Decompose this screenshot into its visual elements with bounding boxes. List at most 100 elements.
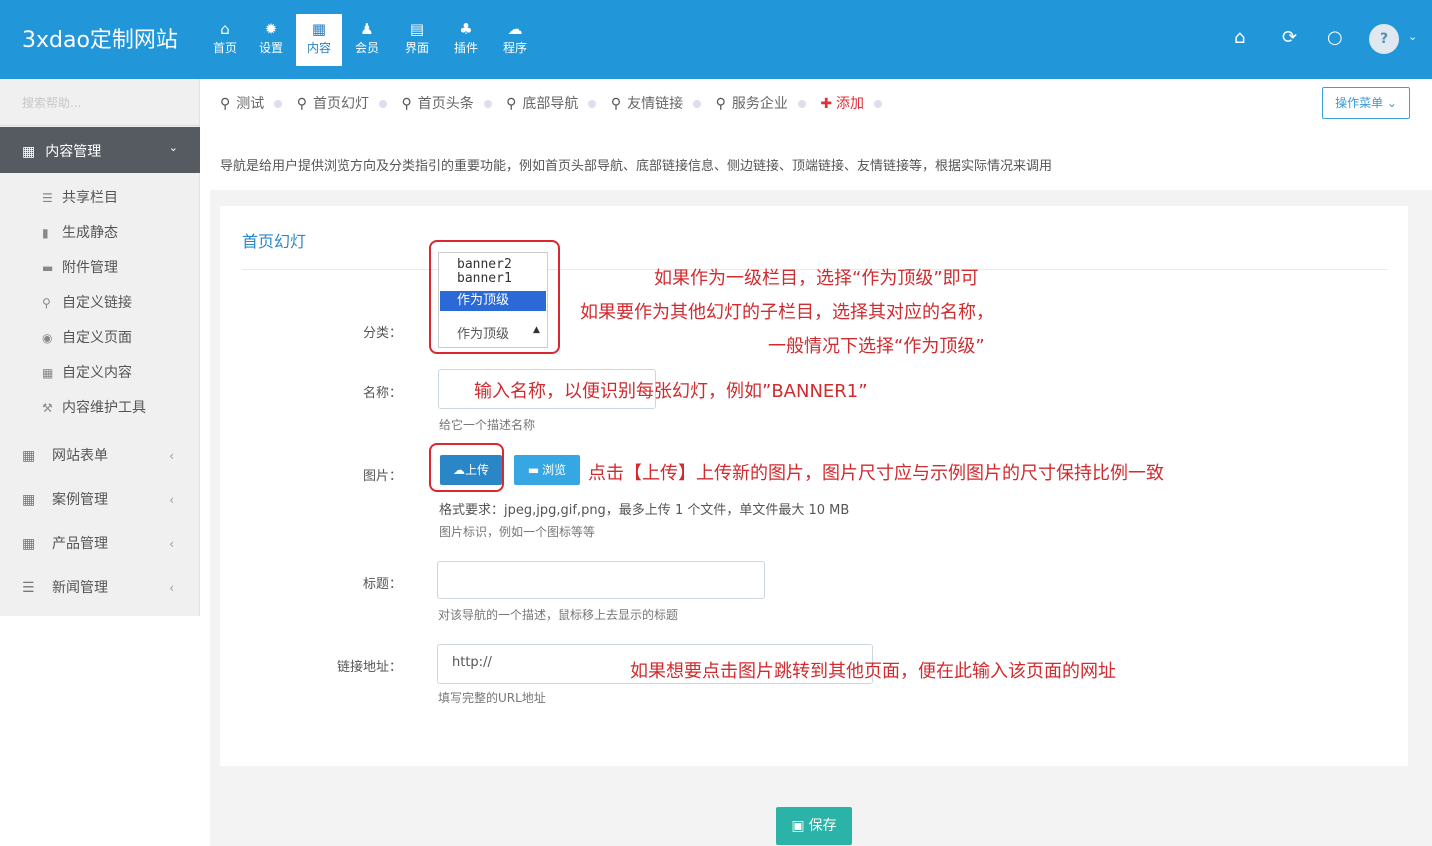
home-icon[interactable]: ⌂ [1234,27,1245,49]
doc-icon: ▤ [409,20,425,38]
tab-service-companies[interactable]: ⚲ 服务企业 [716,92,788,116]
name-help: 给它一个描述名称 [439,418,536,432]
nav-plugin[interactable]: ♣ 插件 [443,14,489,66]
sidebar-item-maintenance[interactable]: ⚒ 内容维护工具 [42,398,146,418]
sidebar-item-label: 附件管理 [62,260,118,276]
pin-icon: ⚲ [610,96,622,112]
sidebar-group-forms[interactable]: ▦ 网站表单 ‹ [22,446,182,466]
chevron-left-icon: ‹ [169,449,174,463]
sidebar-item-attachments[interactable]: ▬ 附件管理 [42,258,118,278]
table-icon: ▦ [22,448,36,464]
link-label: 链接地址： [336,660,402,675]
sidebar-item-shared-columns[interactable]: ☰ 共享栏目 [42,188,118,208]
nav-plugin-label: 插件 [453,41,478,55]
avatar[interactable]: ? [1369,24,1399,54]
pin-icon: ⚲ [506,96,517,112]
form-title: 首页幻灯 [242,232,307,251]
chevron-down-icon[interactable]: ⌄ [1408,30,1417,43]
nav-content-label: 内容 [306,41,331,55]
sidebar-item-custom-links[interactable]: ⚲ 自定义链接 [42,293,132,313]
chevron-down-icon: ⌄ [168,141,178,154]
annotation: 一般情况下选择“作为顶级” [768,336,985,357]
sidebar-section-content[interactable]: ▦ 内容管理 ⌄ [0,127,200,173]
grid-icon: ▦ [22,144,36,160]
grid-icon: ▦ [311,20,327,38]
sidebar-group-cases[interactable]: ▦ 案例管理 ‹ [22,490,182,510]
separator-dot [588,100,597,108]
list-icon: ☰ [22,580,35,596]
folder-icon: ▬ [42,261,54,275]
plus-icon: ✚ [820,96,833,112]
image-help: 图片标识，例如一个图标等等 [439,525,596,539]
save-label: 保存 [808,818,837,834]
cloud-icon: ☁ [507,20,523,38]
title-label: 标题： [362,577,402,592]
image-label: 图片： [362,469,402,484]
tab-headlines[interactable]: ⚲ 首页头条 [401,92,473,116]
operation-menu-button[interactable]: 操作菜单 ⌄ [1322,87,1410,119]
save-button[interactable]: ▣ 保存 [776,807,852,845]
separator-dot [874,100,883,108]
annotation: 如果想要点击图片跳转到其他页面，便在此输入该页面的网址 [630,661,1116,682]
format-help: 格式要求：jpeg,jpg,gif,png，最多上传 1 个文件，单文件最大 1… [439,503,850,518]
chevron-left-icon: ‹ [169,493,174,507]
sidebar-group-label: 新闻管理 [52,580,108,596]
nav-program[interactable]: ☁ 程序 [492,14,538,66]
grid-icon: ▦ [42,366,54,380]
nav-settings[interactable]: ✹ 设置 [248,14,294,66]
table-icon: ▦ [22,492,36,508]
list-icon: ☰ [42,191,53,205]
plugin-icon: ♣ [459,20,473,38]
nav-home[interactable]: ⌂ 首页 [202,14,248,66]
annotation: 如果要作为其他幻灯的子栏目，选择其对应的名称， [580,302,994,323]
brand-title[interactable]: 3xdao定制网站 [22,22,178,54]
sidebar-group-news[interactable]: ☰ 新闻管理 ‹ [22,578,182,598]
page-description: 导航是给用户提供浏览方向及分类指引的重要功能，例如首页头部导航、底部链接信息、侧… [220,159,1053,174]
nav-settings-label: 设置 [258,41,283,55]
pin-icon: ⚲ [401,96,412,112]
highlight-box [429,240,560,354]
sidebar-item-label: 自定义内容 [62,365,132,381]
file-icon: ▮ [42,226,49,240]
gear-icon: ✹ [264,20,278,38]
tab-test[interactable]: ⚲ 测试 [220,92,264,116]
tab-label: 测试 [236,96,265,112]
title-input[interactable] [437,561,765,599]
sidebar-item-static[interactable]: ▮ 生成静态 [42,223,118,243]
home-icon: ⌂ [220,20,230,38]
sidebar-item-custom-pages[interactable]: ◉ 自定义页面 [42,328,132,348]
sidebar-group-products[interactable]: ▦ 产品管理 ‹ [22,534,182,554]
sidebar: 搜索帮助... ▦ 内容管理 ⌄ ☰ 共享栏目 ▮ 生成静态 ▬ 附件管理 ⚲ 自定义链接… [0,79,200,616]
power-icon[interactable]: ○ [1327,27,1343,49]
search-input[interactable]: 搜索帮助... [0,79,200,126]
wrench-icon: ⚒ [42,401,53,415]
sidebar-group-label: 网站表单 [52,448,108,464]
tab-label: 友情链接 [627,96,684,112]
nav-content[interactable]: ▦ 内容 [296,14,342,66]
sidebar-item-label: 自定义链接 [62,295,132,311]
nav-member-label: 会员 [354,41,379,55]
browse-button[interactable]: ▬ 浏览 [514,455,580,485]
sidebar-item-custom-content[interactable]: ▦ 自定义内容 [42,363,132,383]
annotation: 点击【上传】上传新的图片，图片尺寸应与示例图片的尺寸保持比例一致 [588,463,1164,484]
user-icon: ♟ [360,20,374,38]
add-button[interactable]: ✚ 添加 [820,92,864,116]
nav-interface-label: 界面 [404,41,429,55]
chevron-left-icon: ‹ [169,537,174,551]
link-help: 填写完整的URL地址 [438,691,546,705]
table-icon: ▦ [22,536,36,552]
save-icon: ▣ [791,818,805,834]
tab-footer-nav[interactable]: ⚲ 底部导航 [506,92,578,116]
add-label: 添加 [836,96,865,112]
tab-home-slides[interactable]: ⚲ 首页幻灯 [297,92,369,116]
refresh-icon[interactable]: ⟳ [1282,27,1297,49]
nav-member[interactable]: ♟ 会员 [344,14,390,66]
pin-icon: ⚲ [42,296,51,310]
sidebar-item-label: 自定义页面 [62,330,132,346]
sidebar-group-label: 案例管理 [52,492,108,508]
tab-friend-links[interactable]: ⚲ 友情链接 [611,92,683,116]
nav-interface[interactable]: ▤ 界面 [394,14,440,66]
separator-dot [483,100,492,108]
pin-icon: ⚲ [715,96,726,112]
folder-icon: ▬ [527,463,540,477]
